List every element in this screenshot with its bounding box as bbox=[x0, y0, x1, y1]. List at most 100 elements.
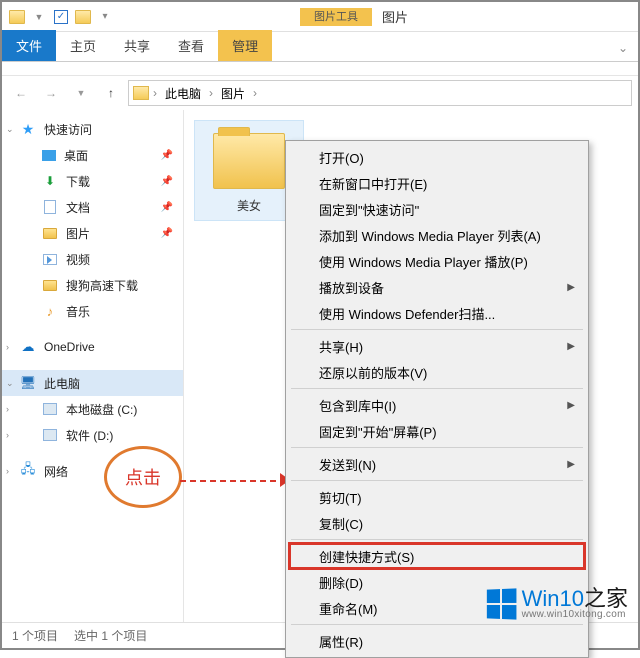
network-icon: 🖧 bbox=[20, 463, 36, 479]
qat-dropdown[interactable]: ▼ bbox=[30, 8, 48, 26]
sidebar-network[interactable]: › 🖧 网络 bbox=[2, 458, 183, 484]
video-icon bbox=[42, 251, 58, 267]
ribbon-spacer bbox=[2, 62, 638, 76]
tab-home[interactable]: 主页 bbox=[56, 30, 110, 61]
download-icon: ⬇ bbox=[42, 173, 58, 189]
ctx-label: 固定到"开始"屏幕(P) bbox=[319, 422, 437, 441]
ctx-send-to[interactable]: 发送到(N) ▶ bbox=[289, 451, 585, 477]
nav-back-button[interactable]: ← bbox=[8, 80, 34, 106]
sidebar-item-label: 本地磁盘 (C:) bbox=[66, 401, 137, 418]
sidebar-item-label: 软件 (D:) bbox=[66, 427, 113, 444]
ctx-label: 创建快捷方式(S) bbox=[319, 547, 414, 566]
ctx-cut[interactable]: 剪切(T) bbox=[289, 484, 585, 510]
ctx-add-wmp-list[interactable]: 添加到 Windows Media Player 列表(A) bbox=[289, 222, 585, 248]
ribbon-expand-icon[interactable]: ⌄ bbox=[608, 35, 638, 61]
submenu-arrow-icon: ▶ bbox=[567, 459, 575, 470]
ctx-label: 使用 Windows Media Player 播放(P) bbox=[319, 252, 528, 271]
sidebar-downloads[interactable]: ⬇ 下载 📌 bbox=[2, 168, 183, 194]
chevron-right-icon[interactable]: › bbox=[6, 430, 9, 440]
ctx-label: 还原以前的版本(V) bbox=[319, 363, 427, 382]
sidebar-item-label: OneDrive bbox=[44, 340, 95, 354]
ctx-play-wmp[interactable]: 使用 Windows Media Player 播放(P) bbox=[289, 248, 585, 274]
ctx-cast-to-device[interactable]: 播放到设备▶ bbox=[289, 274, 585, 300]
folder-name-label: 美女 bbox=[201, 197, 297, 214]
ctx-open[interactable]: 打开(O) bbox=[289, 144, 585, 170]
tab-manage[interactable]: 管理 bbox=[218, 30, 272, 61]
ctx-pin-quick-access[interactable]: 固定到"快速访问" bbox=[289, 196, 585, 222]
tab-file[interactable]: 文件 bbox=[2, 30, 56, 61]
chevron-right-icon[interactable]: › bbox=[253, 86, 257, 100]
quick-access-toolbar: ▼ ✓ ▾ bbox=[2, 8, 120, 26]
chevron-right-icon[interactable]: › bbox=[209, 86, 213, 100]
submenu-arrow-icon: ▶ bbox=[567, 400, 575, 411]
contextual-tool-tab: 图片工具 bbox=[300, 8, 372, 26]
sidebar-documents[interactable]: 文档 📌 bbox=[2, 194, 183, 220]
ctx-label: 删除(D) bbox=[319, 573, 363, 592]
ctx-separator bbox=[291, 447, 583, 448]
ctx-label: 使用 Windows Defender扫描... bbox=[319, 304, 495, 323]
sidebar-item-label: 快速访问 bbox=[44, 121, 92, 138]
sidebar-videos[interactable]: 视频 bbox=[2, 246, 183, 272]
nav-recent-dropdown[interactable]: ▼ bbox=[68, 80, 94, 106]
ctx-defender-scan[interactable]: 使用 Windows Defender扫描... bbox=[289, 300, 585, 326]
sidebar-item-label: 图片 bbox=[66, 225, 90, 242]
folder-icon bbox=[42, 277, 58, 293]
ctx-copy[interactable]: 复制(C) bbox=[289, 510, 585, 536]
ctx-delete[interactable]: 删除(D) bbox=[289, 569, 585, 595]
properties-qat-icon[interactable]: ✓ bbox=[52, 8, 70, 26]
title-bar: ▼ ✓ ▾ 图片工具 图片 bbox=[2, 2, 638, 32]
ctx-separator bbox=[291, 624, 583, 625]
ctx-include-in-library[interactable]: 包含到库中(I) ▶ bbox=[289, 392, 585, 418]
sidebar-desktop[interactable]: 桌面 📌 bbox=[2, 142, 183, 168]
sidebar-item-label: 音乐 bbox=[66, 303, 90, 320]
chevron-down-icon[interactable]: ⌄ bbox=[6, 124, 14, 135]
chevron-right-icon[interactable]: › bbox=[153, 86, 157, 100]
ctx-label: 剪切(T) bbox=[319, 488, 362, 507]
star-icon: ★ bbox=[20, 121, 36, 137]
status-item-count: 1 个项目 bbox=[12, 627, 58, 644]
sidebar-sogou[interactable]: 搜狗高速下载 bbox=[2, 272, 183, 298]
window-title: 图片 bbox=[382, 7, 408, 26]
ctx-pin-to-start[interactable]: 固定到"开始"屏幕(P) bbox=[289, 418, 585, 444]
ctx-create-shortcut[interactable]: 创建快捷方式(S) bbox=[289, 543, 585, 569]
chevron-down-icon[interactable]: ⌄ bbox=[6, 378, 14, 389]
cloud-icon: ☁ bbox=[20, 339, 36, 355]
new-folder-qat-icon[interactable] bbox=[74, 8, 92, 26]
sidebar-quick-access[interactable]: ⌄ ★ 快速访问 bbox=[2, 116, 183, 142]
sidebar-music[interactable]: ♪ 音乐 bbox=[2, 298, 183, 324]
ctx-open-new-window[interactable]: 在新窗口中打开(E) bbox=[289, 170, 585, 196]
sidebar-item-label: 桌面 bbox=[64, 147, 88, 164]
pictures-icon bbox=[42, 225, 58, 241]
ctx-share[interactable]: 共享(H)▶ bbox=[289, 333, 585, 359]
breadcrumb-this-pc[interactable]: 此电脑 bbox=[161, 83, 205, 104]
folder-large-icon bbox=[213, 133, 285, 189]
ctx-label: 复制(C) bbox=[319, 514, 363, 533]
qat-overflow[interactable]: ▾ bbox=[96, 8, 114, 26]
breadcrumb-current[interactable]: 图片 bbox=[217, 83, 249, 104]
pin-icon: 📌 bbox=[161, 202, 173, 213]
ctx-label: 发送到(N) bbox=[319, 455, 376, 474]
sidebar-item-label: 文档 bbox=[66, 199, 90, 216]
nav-forward-button[interactable]: → bbox=[38, 80, 64, 106]
submenu-arrow-icon: ▶ bbox=[567, 282, 575, 293]
chevron-right-icon[interactable]: › bbox=[6, 466, 9, 476]
sidebar-onedrive[interactable]: › ☁ OneDrive bbox=[2, 334, 183, 360]
tab-share[interactable]: 共享 bbox=[110, 30, 164, 61]
tab-view[interactable]: 查看 bbox=[164, 30, 218, 61]
ctx-properties[interactable]: 属性(R) bbox=[289, 628, 585, 654]
ctx-label: 包含到库中(I) bbox=[319, 396, 396, 415]
breadcrumb[interactable]: › 此电脑 › 图片 › bbox=[128, 80, 632, 106]
sidebar-pictures[interactable]: 图片 📌 bbox=[2, 220, 183, 246]
navigation-pane: ⌄ ★ 快速访问 桌面 📌 ⬇ 下载 📌 文档 📌 图片 bbox=[2, 110, 184, 622]
chevron-right-icon[interactable]: › bbox=[6, 342, 9, 352]
nav-up-button[interactable]: ↑ bbox=[98, 80, 124, 106]
sidebar-this-pc[interactable]: ⌄ 🖥 此电脑 bbox=[2, 370, 183, 396]
ctx-restore-versions[interactable]: 还原以前的版本(V) bbox=[289, 359, 585, 385]
ctx-rename[interactable]: 重命名(M) bbox=[289, 595, 585, 621]
ctx-separator bbox=[291, 329, 583, 330]
sidebar-disk-c[interactable]: › 本地磁盘 (C:) bbox=[2, 396, 183, 422]
disk-icon bbox=[42, 427, 58, 443]
music-icon: ♪ bbox=[42, 303, 58, 319]
sidebar-disk-d[interactable]: › 软件 (D:) bbox=[2, 422, 183, 448]
chevron-right-icon[interactable]: › bbox=[6, 404, 9, 414]
